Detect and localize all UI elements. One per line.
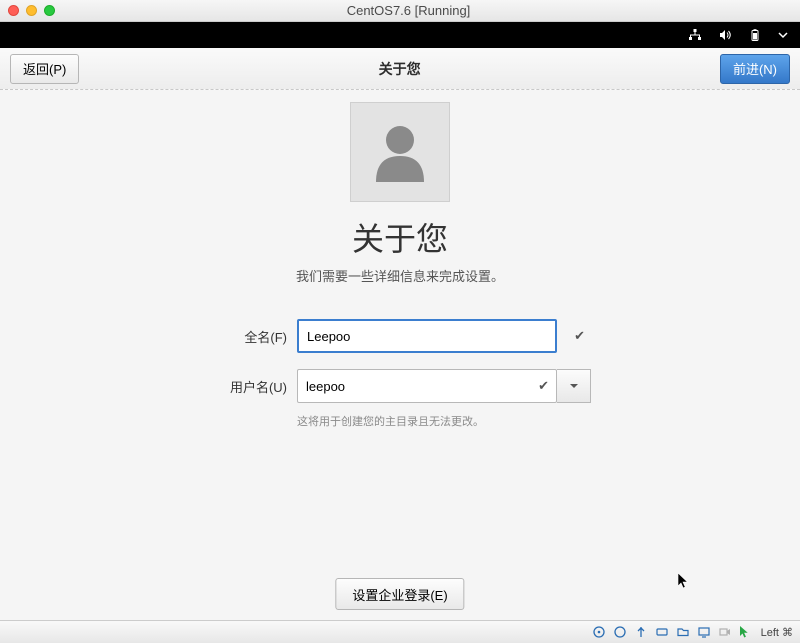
back-button[interactable]: 返回(P)	[10, 54, 79, 84]
volume-icon[interactable]	[718, 28, 732, 42]
display-icon[interactable]	[695, 624, 713, 640]
shared-folder-icon[interactable]	[674, 624, 692, 640]
mouse-cursor-icon	[678, 573, 690, 589]
username-hint: 这将用于创建您的主目录且无法更改。	[297, 413, 593, 429]
usb-icon[interactable]	[632, 624, 650, 640]
minimize-icon[interactable]	[26, 5, 37, 16]
chevron-down-icon	[569, 381, 579, 391]
mouse-integration-icon[interactable]	[737, 624, 755, 640]
avatar-placeholder[interactable]	[350, 102, 450, 202]
next-button[interactable]: 前进(N)	[720, 54, 790, 84]
network-icon[interactable]	[688, 28, 702, 42]
check-icon: ✔	[538, 378, 549, 394]
header-title: 关于您	[79, 59, 720, 79]
content-area: 关于您 我们需要一些详细信息来完成设置。 全名(F) ✔ 用户名(U) ✔ 这将…	[0, 90, 800, 620]
hdd-icon[interactable]	[590, 624, 608, 640]
user-icon	[364, 116, 436, 188]
window-controls	[8, 5, 55, 16]
enterprise-login-button[interactable]: 设置企业登录(E)	[335, 578, 464, 610]
username-dropdown-button[interactable]	[557, 369, 591, 403]
check-icon: ✔	[574, 328, 585, 344]
fullname-label: 全名(F)	[207, 327, 297, 346]
maximize-icon[interactable]	[44, 5, 55, 16]
mac-titlebar: CentOS7.6 [Running]	[0, 0, 800, 22]
fullname-input[interactable]	[297, 319, 557, 353]
vm-status-bar: Left ⌘	[0, 620, 800, 643]
chevron-down-icon[interactable]	[778, 30, 788, 40]
battery-icon[interactable]	[748, 28, 762, 42]
gnome-top-bar	[0, 22, 800, 48]
host-key-indicator: Left ⌘	[758, 626, 796, 639]
net-icon[interactable]	[653, 624, 671, 640]
recording-icon[interactable]	[716, 624, 734, 640]
username-input[interactable]	[297, 369, 557, 403]
form: 全名(F) ✔ 用户名(U) ✔ 这将用于创建您的主目录且无法更改。	[207, 319, 593, 429]
page-subtitle: 我们需要一些详细信息来完成设置。	[296, 266, 504, 285]
window-title: CentOS7.6 [Running]	[55, 3, 762, 18]
username-label: 用户名(U)	[207, 377, 297, 396]
page-title: 关于您	[352, 214, 448, 260]
optical-icon[interactable]	[611, 624, 629, 640]
header-bar: 返回(P) 关于您 前进(N)	[0, 48, 800, 90]
close-icon[interactable]	[8, 5, 19, 16]
